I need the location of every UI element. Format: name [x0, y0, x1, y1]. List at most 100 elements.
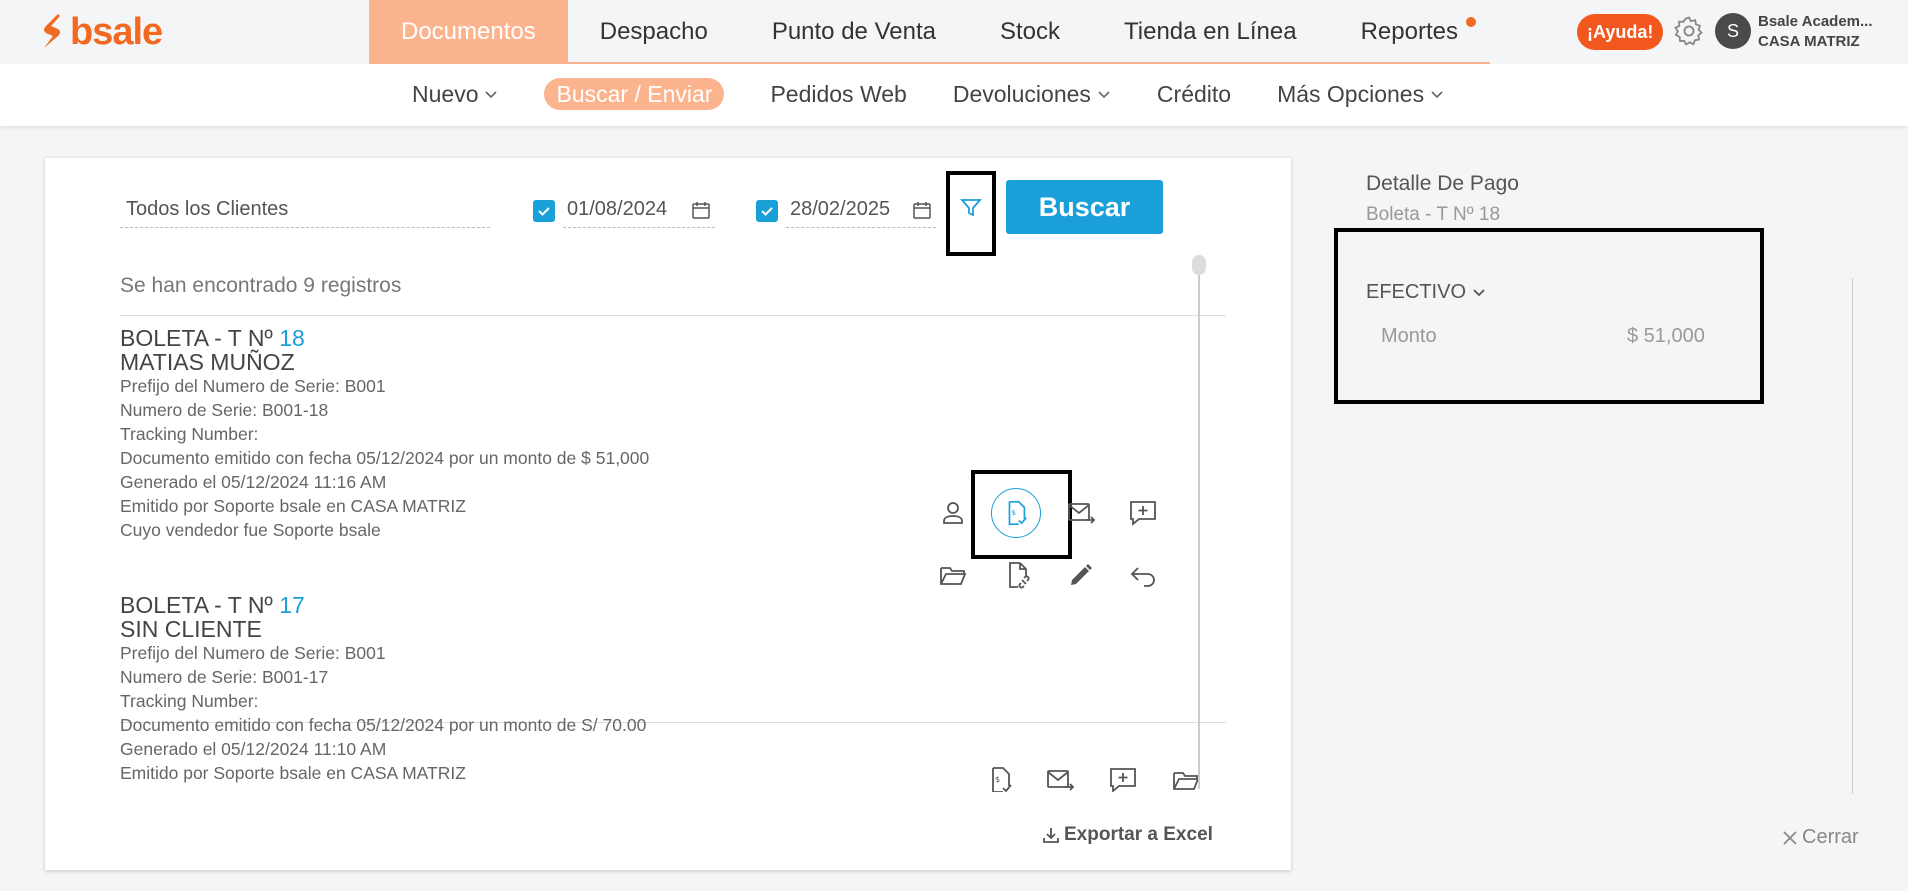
panel-divider — [1852, 278, 1853, 794]
document-dollar-icon[interactable]: $ — [985, 765, 1015, 792]
add-comment-icon[interactable] — [1128, 498, 1158, 528]
tab-label: Stock — [999, 18, 1060, 45]
record-doc-type: BOLETA - T Nº — [120, 592, 273, 618]
close-button[interactable]: Cerrar — [1782, 826, 1859, 849]
record-line: Prefijo del Numero de Serie: B001 — [120, 643, 386, 663]
tab-punto-de-venta[interactable]: Punto de Venta — [740, 0, 968, 64]
record-client: MATIAS MUÑOZ — [120, 349, 295, 375]
avatar[interactable]: S — [1715, 13, 1751, 49]
date-from-input[interactable]: 01/08/2024 — [563, 192, 715, 228]
subnav-credito[interactable]: Crédito — [1134, 78, 1254, 110]
folder-open-icon[interactable] — [1171, 765, 1201, 792]
forward-mail-icon[interactable] — [1045, 765, 1075, 792]
gear-icon[interactable] — [1672, 14, 1706, 48]
filter-button[interactable] — [946, 171, 996, 256]
tab-stock[interactable]: Stock — [968, 0, 1092, 64]
download-icon — [1043, 828, 1059, 843]
tab-label: Tienda en Línea — [1124, 18, 1297, 45]
subnav-nuevo[interactable]: Nuevo — [389, 78, 521, 110]
record-number[interactable]: 17 — [279, 592, 305, 618]
export-excel-link[interactable]: Exportar a Excel — [1042, 824, 1213, 846]
subnav-label: Más Opciones — [1277, 80, 1425, 107]
bsale-logo[interactable]: bsale — [38, 10, 163, 54]
list-item[interactable]: BOLETA - T Nº 18 MATIAS MUÑOZ Prefijo de… — [120, 326, 1120, 542]
record-line: Generado el 05/12/2024 11:10 AM — [120, 739, 387, 759]
record-line: Generado el 05/12/2024 11:16 AM — [120, 472, 387, 492]
record-title: BOLETA - T Nº 18 — [120, 326, 1120, 350]
highlight-box — [1334, 228, 1764, 404]
scrollbar-track[interactable] — [1198, 255, 1200, 789]
date-to-checkbox[interactable] — [756, 200, 778, 222]
subnav-label: Nuevo — [412, 80, 479, 107]
payment-method-toggle[interactable]: EFECTIVO — [1366, 281, 1486, 304]
subnav-pedidos-web[interactable]: Pedidos Web — [747, 78, 929, 110]
top-bar: bsale Documentos Despacho Punto de Venta… — [0, 0, 1908, 64]
payment-detail-subtitle: Boleta - T Nº 18 — [1366, 204, 1501, 225]
search-results-card: Todos los Clientes 01/08/2024 28/02/2025… — [45, 158, 1291, 870]
document-link-icon[interactable] — [1002, 560, 1032, 590]
record-line: Numero de Serie: B001-18 — [120, 400, 329, 420]
chevron-down-icon — [1431, 91, 1443, 99]
logo-text: bsale — [70, 10, 163, 53]
calendar-icon[interactable] — [691, 200, 711, 220]
forward-mail-icon[interactable] — [1066, 498, 1096, 528]
tab-tienda-en-linea[interactable]: Tienda en Línea — [1092, 0, 1329, 64]
bsale-logo-icon — [44, 14, 60, 48]
highlight-box — [971, 470, 1072, 559]
main-nav: Documentos Despacho Punto de Venta Stock… — [369, 0, 1490, 64]
user-info[interactable]: Bsale Academ... CASA MATRIZ — [1758, 12, 1873, 52]
folder-open-icon[interactable] — [938, 560, 968, 590]
record-line: Documento emitido con fecha 05/12/2024 p… — [120, 448, 650, 468]
results-count: Se han encontrado 9 registros — [120, 274, 402, 297]
edit-pencil-icon[interactable] — [1066, 560, 1096, 590]
record-line: Tracking Number: — [120, 424, 259, 444]
scrollbar-thumb[interactable] — [1192, 255, 1206, 275]
check-icon — [538, 207, 550, 216]
date-to-input[interactable]: 28/02/2025 — [786, 192, 936, 228]
date-from-value: 01/08/2024 — [567, 198, 668, 220]
record-number[interactable]: 18 — [279, 325, 305, 351]
help-button[interactable]: ¡Ayuda! — [1577, 14, 1664, 50]
record-line: Numero de Serie: B001-17 — [120, 667, 329, 687]
tab-label: Punto de Venta — [771, 18, 936, 45]
subnav-mas-opciones[interactable]: Más Opciones — [1254, 78, 1467, 110]
date-to-value: 28/02/2025 — [790, 198, 891, 220]
subnav-label: Devoluciones — [952, 80, 1091, 107]
amount-value: $ 51,000 — [1627, 325, 1705, 347]
chevron-down-icon — [1473, 288, 1485, 296]
amount-label: Monto — [1381, 325, 1437, 347]
subnav-devoluciones[interactable]: Devoluciones — [930, 78, 1134, 110]
close-icon — [1783, 830, 1797, 845]
date-from-checkbox[interactable] — [533, 200, 555, 222]
record-line: Cuyo vendedor fue Soporte bsale — [120, 520, 381, 540]
svg-text:$: $ — [995, 775, 1000, 784]
payment-detail-title: Detalle De Pago — [1366, 172, 1519, 195]
sub-nav: Nuevo Buscar / Enviar Pedidos Web Devolu… — [0, 64, 1908, 126]
record-client: SIN CLIENTE — [120, 616, 262, 642]
search-button[interactable]: Buscar — [1006, 180, 1163, 234]
client-filter-input[interactable]: Todos los Clientes — [120, 192, 490, 228]
tab-reportes[interactable]: Reportes — [1329, 0, 1490, 64]
tab-documentos[interactable]: Documentos — [369, 0, 568, 64]
check-icon — [761, 207, 773, 216]
export-label: Exportar a Excel — [1064, 824, 1213, 845]
subnav-label: Crédito — [1156, 80, 1232, 107]
record-doc-type: BOLETA - T Nº — [120, 325, 273, 351]
chevron-down-icon — [485, 91, 498, 99]
undo-return-icon[interactable] — [1128, 560, 1158, 590]
notification-dot — [1465, 17, 1476, 27]
subnav-label: Pedidos Web — [770, 80, 907, 107]
tab-label: Reportes — [1360, 18, 1458, 45]
record-line: Tracking Number: — [120, 691, 259, 711]
list-item[interactable]: BOLETA - T Nº 17 SIN CLIENTE Prefijo del… — [120, 593, 1120, 785]
payment-method-label: EFECTIVO — [1366, 281, 1467, 303]
subnav-buscar-enviar[interactable]: Buscar / Enviar — [544, 78, 725, 110]
results-list: BOLETA - T Nº 18 MATIAS MUÑOZ Prefijo de… — [45, 316, 1291, 792]
chevron-down-icon — [1098, 91, 1110, 99]
client-icon[interactable] — [938, 498, 968, 528]
add-comment-icon[interactable] — [1108, 765, 1138, 792]
calendar-icon[interactable] — [912, 200, 932, 220]
user-branch: CASA MATRIZ — [1758, 33, 1860, 50]
user-name: Bsale Academ... — [1758, 13, 1873, 30]
tab-despacho[interactable]: Despacho — [568, 0, 740, 64]
